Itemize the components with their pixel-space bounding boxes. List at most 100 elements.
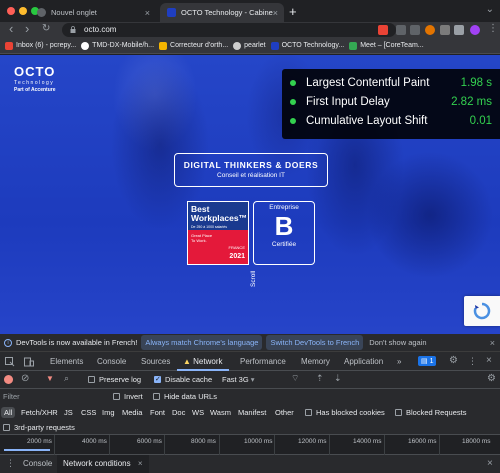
import-har-icon[interactable]: ⇡ <box>316 373 324 384</box>
network-toolbar: ⊘ ▼ ⌕ Preserve log Disable cache Fast 3G… <box>0 371 500 389</box>
address-bar[interactable]: octo.com <box>62 23 396 37</box>
drawer-tab-console[interactable]: Console <box>23 459 52 468</box>
close-devtools-icon[interactable]: × <box>486 355 492 366</box>
checkbox-checked-icon <box>154 375 161 383</box>
device-toolbar-icon[interactable] <box>24 357 34 367</box>
type-all[interactable]: All <box>1 407 16 418</box>
bookmark-octo[interactable]: OCTO Technology... <box>270 41 344 50</box>
type-media[interactable]: Media <box>122 408 142 417</box>
tab-memory[interactable]: Memory <box>301 357 330 366</box>
timeline-tick: 16000 ms <box>408 438 437 445</box>
bookmark-correcteur[interactable]: Correcteur d'orth... <box>159 41 228 50</box>
b-corp-badge: Entreprise B Certifiée <box>253 201 315 265</box>
timeline-tick: 12000 ms <box>298 438 327 445</box>
tab-application[interactable]: Application <box>344 357 383 366</box>
bookmark-meet[interactable]: Meet – [CoreTeam... <box>349 41 424 50</box>
type-js[interactable]: JS <box>64 408 73 417</box>
search-icon[interactable]: ⌕ <box>64 373 69 384</box>
preserve-log-checkbox[interactable]: Preserve log <box>88 375 141 384</box>
type-ws[interactable]: WS <box>192 408 204 417</box>
third-party-checkbox[interactable]: 3rd-party requests <box>3 423 75 432</box>
export-har-icon[interactable]: ⇣ <box>334 373 342 384</box>
checkbox-icon <box>153 393 160 400</box>
status-dot-icon <box>290 117 296 124</box>
tab-nouvel-onglet[interactable]: Nouvel onglet × <box>30 3 156 22</box>
extension-icon[interactable] <box>410 25 420 35</box>
network-overview-timeline[interactable]: 2000 ms 4000 ms 6000 ms 8000 ms 10000 ms… <box>0 435 500 455</box>
drawer-tab-network-conditions[interactable]: Network conditions × <box>57 455 149 473</box>
extension-icon[interactable] <box>378 25 388 35</box>
third-party-row: 3rd-party requests <box>0 420 500 435</box>
blocked-requests-checkbox[interactable]: Blocked Requests <box>395 408 466 417</box>
invert-checkbox[interactable]: Invert <box>113 392 143 401</box>
tab-title: Nouvel onglet <box>51 8 97 17</box>
recaptcha-badge[interactable] <box>464 296 500 326</box>
checkbox-icon <box>113 393 120 400</box>
close-tab-icon[interactable]: × <box>145 8 150 18</box>
bookmark-github[interactable]: TMD-DX-Mobile/h... <box>81 41 154 50</box>
type-fetch-xhr[interactable]: Fetch/XHR <box>21 408 58 417</box>
metric-row: Largest Contentful Paint 1.98 s <box>290 73 492 92</box>
hero-banner: DIGITAL THINKERS & DOERS Conseil et réal… <box>174 153 328 187</box>
network-settings-gear-icon[interactable]: ⚙ <box>487 373 496 384</box>
metric-row: Cumulative Layout Shift 0.01 <box>290 111 492 130</box>
bookmark-pearlet[interactable]: pearlet <box>233 41 266 50</box>
logo-main: OCTO <box>14 64 56 79</box>
more-options-icon[interactable]: ⋮ <box>468 356 477 367</box>
forward-button[interactable]: › <box>25 21 29 36</box>
tab-network[interactable]: ▲ Network <box>183 357 223 366</box>
close-drawer-icon[interactable]: × <box>487 458 493 469</box>
extension-icon[interactable] <box>425 25 435 35</box>
switch-to-french-button[interactable]: Switch DevTools to French <box>266 335 364 350</box>
throttling-select[interactable]: Fast 3G ▾ <box>222 375 255 384</box>
infobar-message: DevTools is now available in French! <box>16 338 138 347</box>
has-blocked-cookies-checkbox[interactable]: Has blocked cookies <box>305 408 385 417</box>
wifi-conditions-icon[interactable]: ⌔ <box>291 373 299 384</box>
type-other[interactable]: Other <box>275 408 294 417</box>
octo-logo[interactable]: OCTO Technology Part of Accenture <box>14 64 56 93</box>
drawer-menu-icon[interactable]: ⋮ <box>6 458 15 469</box>
issues-badge[interactable]: ▤ 1 <box>418 356 437 366</box>
tab-sources[interactable]: Sources <box>141 357 170 366</box>
more-tabs-chevron-icon[interactable]: » <box>397 357 401 366</box>
tab-strip: Nouvel onglet × OCTO Technology - Cabine… <box>0 0 500 22</box>
back-button[interactable]: ‹ <box>9 21 13 36</box>
filter-input[interactable]: Filter <box>3 392 103 401</box>
minimize-window-button[interactable] <box>19 7 27 15</box>
inspect-element-icon[interactable] <box>5 357 15 367</box>
type-css[interactable]: CSS <box>81 408 96 417</box>
extensions-puzzle-icon[interactable] <box>454 25 464 35</box>
extension-icon[interactable] <box>440 25 450 35</box>
bookmark-inbox[interactable]: Inbox (6) - pcrepy... <box>5 41 76 50</box>
profile-avatar[interactable] <box>470 25 480 35</box>
new-tab-button[interactable]: + <box>289 4 297 19</box>
tab-console[interactable]: Console <box>97 357 126 366</box>
tab-elements[interactable]: Elements <box>50 357 83 366</box>
timeline-request-bar <box>4 449 50 451</box>
disable-cache-checkbox[interactable]: Disable cache <box>154 375 212 384</box>
type-wasm[interactable]: Wasm <box>210 408 231 417</box>
type-font[interactable]: Font <box>150 408 165 417</box>
close-window-button[interactable] <box>7 7 15 15</box>
close-infobar-icon[interactable]: × <box>490 338 495 348</box>
record-stop-icon[interactable] <box>4 375 13 384</box>
type-img[interactable]: Img <box>102 408 115 417</box>
reload-button[interactable]: ↻ <box>42 23 50 34</box>
tab-search-icon[interactable]: ⌄ <box>486 4 494 15</box>
filter-funnel-icon[interactable]: ▼ <box>46 374 54 383</box>
tab-octo[interactable]: OCTO Technology - Cabinet de × <box>160 3 284 22</box>
type-doc[interactable]: Doc <box>172 408 185 417</box>
tab-performance[interactable]: Performance <box>240 357 286 366</box>
settings-gear-icon[interactable]: ⚙ <box>449 355 458 366</box>
timeline-tick: 8000 ms <box>191 438 216 445</box>
extension-icon[interactable] <box>396 25 406 35</box>
dont-show-again-link[interactable]: Don't show again <box>369 338 426 347</box>
close-tab-icon[interactable]: × <box>273 8 278 18</box>
match-chrome-language-button[interactable]: Always match Chrome's language <box>141 335 263 350</box>
close-tab-icon[interactable]: × <box>138 459 143 468</box>
type-manifest[interactable]: Manifest <box>238 408 266 417</box>
meet-icon <box>349 41 358 50</box>
hide-data-urls-checkbox[interactable]: Hide data URLs <box>153 392 217 401</box>
menu-kebab-icon[interactable]: ⋮ <box>488 23 498 34</box>
clear-icon[interactable]: ⊘ <box>21 373 29 384</box>
